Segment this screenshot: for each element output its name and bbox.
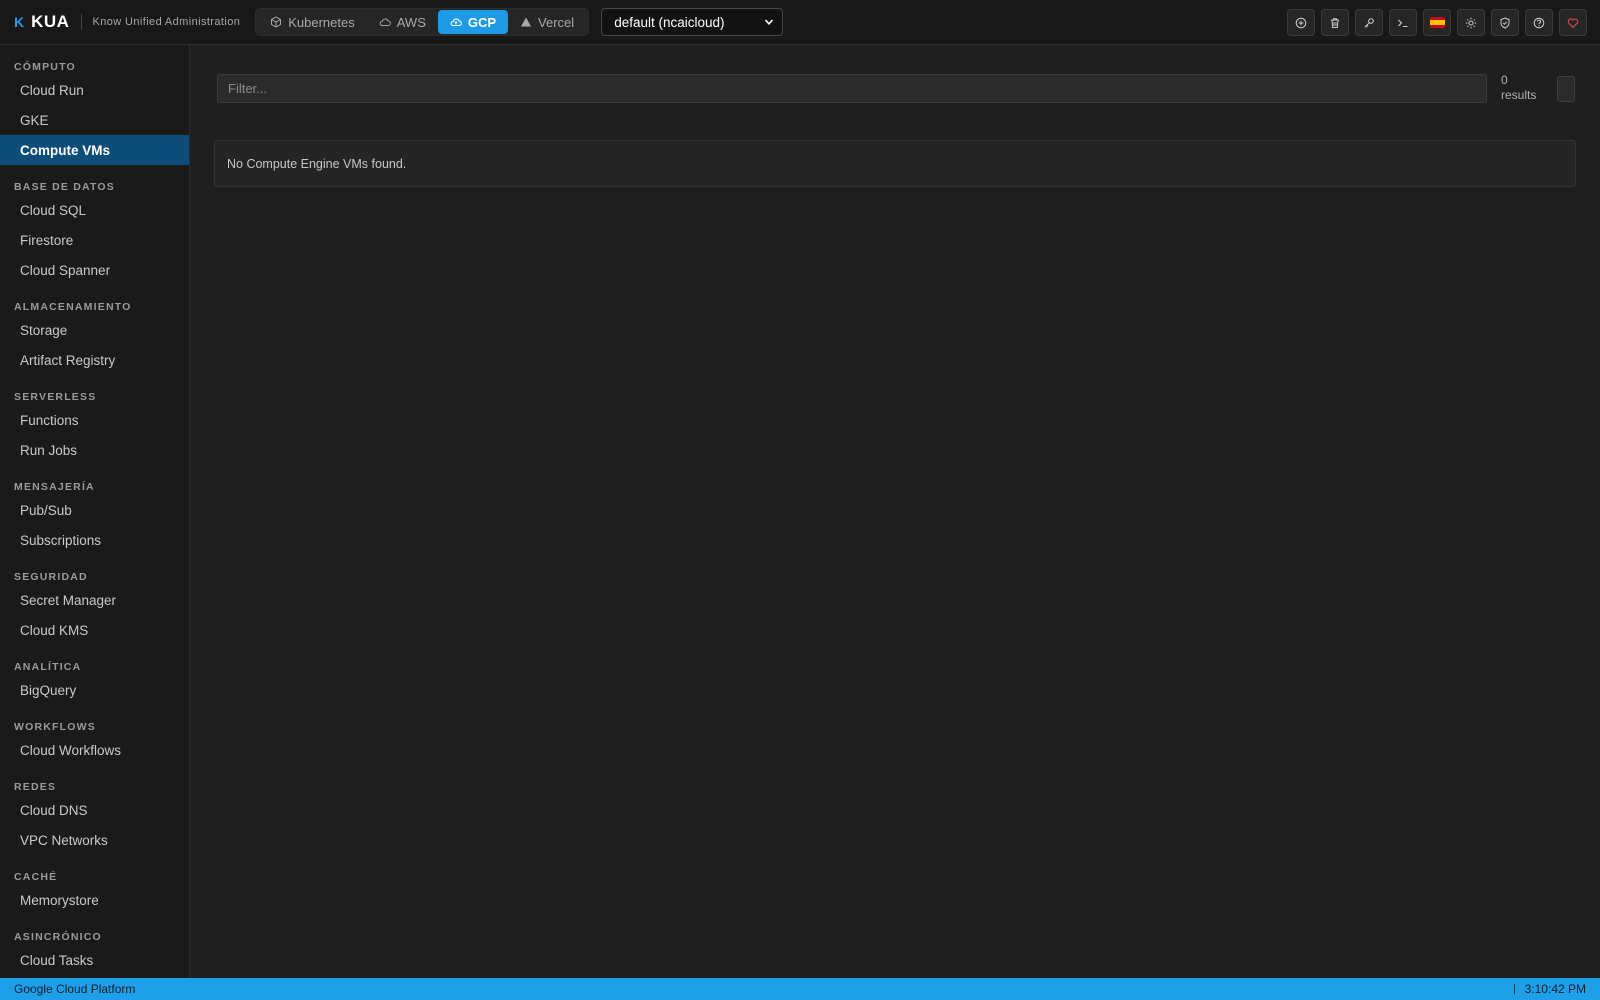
sidebar-item-cloud-tasks[interactable]: Cloud Tasks — [0, 945, 189, 975]
theme-toggle-button[interactable] — [1457, 9, 1485, 36]
help-icon — [1533, 17, 1545, 28]
terminal-button[interactable] — [1389, 9, 1417, 36]
spain-flag-icon — [1429, 17, 1445, 28]
empty-state-message: No Compute Engine VMs found. — [227, 156, 407, 171]
cube-icon — [271, 16, 282, 28]
chevron-down-icon — [765, 19, 774, 25]
cloud-upload-icon — [450, 18, 462, 27]
sidebar-section-title: ALMACENAMIENTO — [14, 301, 132, 313]
sidebar: CÓMPUTO Cloud Run GKE Compute VMs BASE DE DA… — [0, 45, 190, 978]
sidebar-section-title: SERVERLESS — [14, 391, 97, 403]
sidebar-item-storage[interactable]: Storage — [0, 315, 189, 345]
add-icon — [1295, 17, 1307, 28]
sidebar-item-cloud-workflows[interactable]: Cloud Workflows — [0, 735, 189, 765]
sidebar-section-title: ANALÍTICA — [14, 661, 82, 673]
tab-vercel[interactable]: Vercel — [508, 10, 586, 34]
sidebar-item-firestore[interactable]: Firestore — [0, 225, 189, 255]
sidebar-item-secret-manager[interactable]: Secret Manager — [0, 585, 189, 615]
sidebar-item-compute-vms[interactable]: Compute VMs — [0, 135, 189, 165]
app-subtitle: Know Unified Administration — [92, 16, 241, 28]
cloud-icon — [379, 18, 391, 26]
results-label: results — [1501, 88, 1537, 102]
tab-aws[interactable]: AWS — [367, 10, 438, 34]
sidebar-item-functions[interactable]: Functions — [0, 405, 189, 435]
sidebar-item-artifact-registry[interactable]: Artifact Registry — [0, 345, 189, 375]
shield-icon — [1500, 16, 1510, 29]
kua-logo-icon: K — [14, 14, 25, 30]
favorite-button[interactable] — [1559, 9, 1587, 36]
status-time: 3:10:42 PM — [1524, 982, 1586, 996]
heart-icon — [1567, 17, 1579, 28]
terminal-icon — [1398, 19, 1408, 27]
tab-label: Vercel — [538, 14, 575, 30]
profile-select[interactable]: default (ncaicloud) — [601, 8, 784, 36]
filter-row: 0 results — [217, 73, 1577, 104]
provider-tabs: Kubernetes AWS GCP Vercel — [255, 8, 590, 36]
sidebar-item-run-jobs[interactable]: Run Jobs — [0, 435, 189, 465]
status-divider — [1513, 984, 1515, 994]
sidebar-item-cloud-kms[interactable]: Cloud KMS — [0, 615, 189, 645]
add-button[interactable] — [1287, 9, 1315, 36]
sidebar-item-memorystore[interactable]: Memorystore — [0, 885, 189, 915]
sidebar-item-pub-sub[interactable]: Pub/Sub — [0, 495, 189, 525]
tab-label: GCP — [467, 14, 497, 30]
sidebar-section-title: REDES — [14, 781, 57, 793]
sidebar-section-title: CÓMPUTO — [14, 61, 76, 73]
sidebar-item-cloud-dns[interactable]: Cloud DNS — [0, 795, 189, 825]
security-button[interactable] — [1491, 9, 1519, 36]
sun-icon — [1465, 17, 1477, 28]
sidebar-item-gke[interactable]: GKE — [0, 105, 189, 135]
sidebar-item-cloud-run[interactable]: Cloud Run — [0, 75, 189, 105]
results-number: 0 — [1501, 73, 1508, 87]
status-provider: Google Cloud Platform — [14, 982, 136, 996]
main-content: 0 results No Compute Engine VMs found. — [190, 45, 1600, 978]
triangle-icon — [521, 17, 532, 27]
status-bar: Google Cloud Platform 3:10:42 PM — [0, 978, 1600, 1000]
empty-state-panel: No Compute Engine VMs found. — [214, 140, 1576, 187]
sidebar-section-title: CACHÉ — [14, 871, 58, 883]
tab-label: Kubernetes — [288, 14, 355, 30]
sidebar-item-subscriptions[interactable]: Subscriptions — [0, 525, 189, 555]
logo-divider — [81, 14, 83, 30]
options-button[interactable] — [1557, 76, 1575, 102]
sidebar-item-cloud-sql[interactable]: Cloud SQL — [0, 195, 189, 225]
profile-selected-value: default (ncaicloud) — [614, 14, 725, 30]
toolbar — [1287, 9, 1587, 36]
sidebar-item-cloud-spanner[interactable]: Cloud Spanner — [0, 255, 189, 285]
key-icon — [1364, 17, 1374, 28]
trash-icon — [1331, 17, 1339, 28]
sidebar-section-title: SEGURIDAD — [14, 571, 88, 583]
language-button[interactable] — [1423, 9, 1451, 36]
sidebar-nav: CÓMPUTO Cloud Run GKE Compute VMs BASE DE DA… — [0, 45, 189, 975]
results-count: 0 results — [1501, 73, 1551, 103]
sidebar-section-title: ASINCRÓNICO — [14, 931, 102, 943]
sidebar-section-title: MENSAJERÍA — [14, 481, 95, 493]
app-logo[interactable]: K KUA Know Unified Administration — [14, 12, 240, 32]
sidebar-item-vpc-networks[interactable]: VPC Networks — [0, 825, 189, 855]
sidebar-section-title: WORKFLOWS — [14, 721, 96, 733]
top-bar: K KUA Know Unified Administration Kubern… — [0, 0, 1600, 45]
sidebar-section-title: BASE DE DATOS — [14, 181, 115, 193]
delete-button[interactable] — [1321, 9, 1349, 36]
app-name: KUA — [31, 12, 70, 31]
tab-kubernetes[interactable]: Kubernetes — [258, 10, 367, 34]
filter-input[interactable] — [217, 74, 1487, 103]
credentials-button[interactable] — [1355, 9, 1383, 36]
tab-label: AWS — [396, 14, 426, 30]
tab-gcp[interactable]: GCP — [437, 10, 509, 34]
help-button[interactable] — [1525, 9, 1553, 36]
sidebar-item-bigquery[interactable]: BigQuery — [0, 675, 189, 705]
